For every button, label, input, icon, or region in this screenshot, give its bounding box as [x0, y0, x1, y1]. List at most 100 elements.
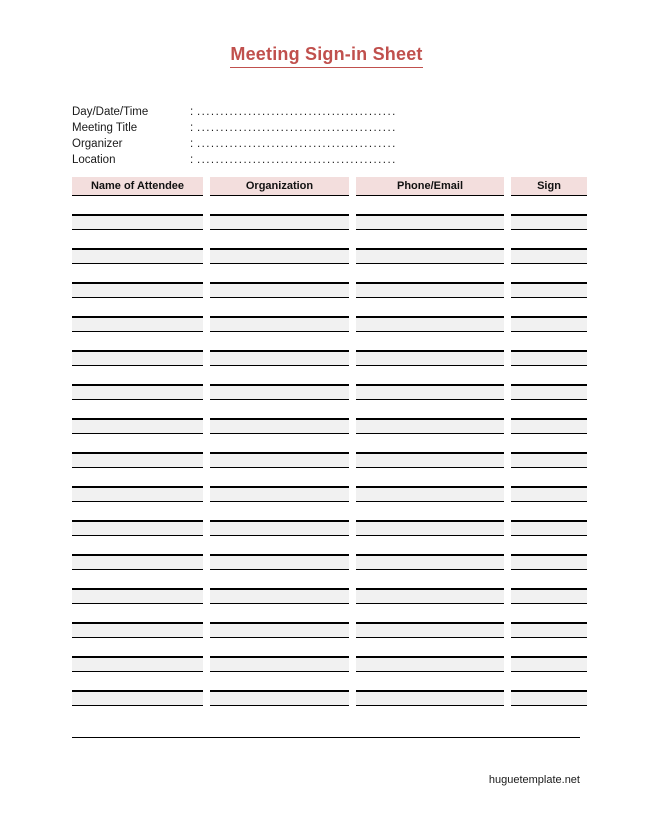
cell-sign[interactable] — [511, 351, 587, 366]
cell-phone-email[interactable] — [356, 215, 504, 230]
cell-name[interactable] — [72, 215, 203, 230]
cell-name-writeline[interactable] — [72, 572, 203, 589]
cell-name-writeline[interactable] — [72, 198, 203, 215]
cell-organization-writeline[interactable] — [210, 266, 349, 283]
cell-sign[interactable] — [511, 453, 587, 468]
cell-phone-email[interactable] — [356, 317, 504, 332]
cell-name-writeline[interactable] — [72, 368, 203, 385]
cell-name[interactable] — [72, 589, 203, 604]
cell-name[interactable] — [72, 487, 203, 502]
cell-name[interactable] — [72, 283, 203, 298]
cell-organization-writeline[interactable] — [210, 538, 349, 555]
cell-name-writeline[interactable] — [72, 300, 203, 317]
cell-name-writeline[interactable] — [72, 436, 203, 453]
cell-phone-email[interactable] — [356, 623, 504, 638]
cell-sign[interactable] — [511, 589, 587, 604]
cell-organization-writeline[interactable] — [210, 232, 349, 249]
meeting-detail-value[interactable]: :.......................................… — [190, 104, 447, 120]
cell-name-writeline[interactable] — [72, 606, 203, 623]
cell-name-writeline[interactable] — [72, 266, 203, 283]
cell-sign[interactable] — [511, 385, 587, 400]
cell-phone-email-writeline[interactable] — [356, 606, 504, 623]
cell-name[interactable] — [72, 623, 203, 638]
cell-name[interactable] — [72, 521, 203, 536]
cell-organization[interactable] — [210, 521, 349, 536]
cell-organization[interactable] — [210, 317, 349, 332]
cell-sign[interactable] — [511, 215, 587, 230]
cell-phone-email-writeline[interactable] — [356, 674, 504, 691]
cell-name-writeline[interactable] — [72, 640, 203, 657]
cell-organization-writeline[interactable] — [210, 674, 349, 691]
cell-sign-writeline[interactable] — [511, 232, 587, 249]
cell-name-writeline[interactable] — [72, 538, 203, 555]
cell-organization[interactable] — [210, 623, 349, 638]
cell-sign[interactable] — [511, 657, 587, 672]
cell-phone-email-writeline[interactable] — [356, 402, 504, 419]
cell-phone-email-writeline[interactable] — [356, 266, 504, 283]
cell-phone-email-writeline[interactable] — [356, 334, 504, 351]
cell-name[interactable] — [72, 317, 203, 332]
cell-organization-writeline[interactable] — [210, 504, 349, 521]
cell-phone-email-writeline[interactable] — [356, 504, 504, 521]
cell-organization[interactable] — [210, 283, 349, 298]
cell-phone-email[interactable] — [356, 521, 504, 536]
cell-sign-writeline[interactable] — [511, 436, 587, 453]
cell-name-writeline[interactable] — [72, 674, 203, 691]
cell-organization[interactable] — [210, 589, 349, 604]
cell-phone-email[interactable] — [356, 419, 504, 434]
cell-phone-email[interactable] — [356, 487, 504, 502]
cell-phone-email[interactable] — [356, 249, 504, 264]
cell-organization-writeline[interactable] — [210, 640, 349, 657]
cell-organization-writeline[interactable] — [210, 300, 349, 317]
cell-name-writeline[interactable] — [72, 470, 203, 487]
cell-organization-writeline[interactable] — [210, 402, 349, 419]
cell-phone-email-writeline[interactable] — [356, 232, 504, 249]
cell-name[interactable] — [72, 385, 203, 400]
cell-phone-email[interactable] — [356, 589, 504, 604]
cell-phone-email-writeline[interactable] — [356, 640, 504, 657]
cell-name[interactable] — [72, 691, 203, 706]
cell-name[interactable] — [72, 351, 203, 366]
cell-phone-email-writeline[interactable] — [356, 470, 504, 487]
meeting-detail-value[interactable]: :.......................................… — [190, 136, 447, 152]
cell-phone-email[interactable] — [356, 555, 504, 570]
cell-organization-writeline[interactable] — [210, 368, 349, 385]
cell-name-writeline[interactable] — [72, 334, 203, 351]
cell-name[interactable] — [72, 453, 203, 468]
cell-sign-writeline[interactable] — [511, 368, 587, 385]
cell-name-writeline[interactable] — [72, 232, 203, 249]
cell-sign-writeline[interactable] — [511, 572, 587, 589]
cell-sign[interactable] — [511, 623, 587, 638]
cell-phone-email-writeline[interactable] — [356, 436, 504, 453]
cell-name[interactable] — [72, 419, 203, 434]
cell-organization[interactable] — [210, 487, 349, 502]
cell-organization[interactable] — [210, 555, 349, 570]
cell-sign[interactable] — [511, 555, 587, 570]
cell-sign-writeline[interactable] — [511, 198, 587, 215]
cell-name-writeline[interactable] — [72, 504, 203, 521]
cell-phone-email[interactable] — [356, 283, 504, 298]
cell-phone-email-writeline[interactable] — [356, 198, 504, 215]
cell-sign-writeline[interactable] — [511, 538, 587, 555]
cell-organization-writeline[interactable] — [210, 198, 349, 215]
cell-sign[interactable] — [511, 283, 587, 298]
cell-organization[interactable] — [210, 657, 349, 672]
cell-phone-email-writeline[interactable] — [356, 572, 504, 589]
cell-sign[interactable] — [511, 521, 587, 536]
meeting-detail-value[interactable]: :.......................................… — [190, 120, 447, 136]
cell-phone-email-writeline[interactable] — [356, 300, 504, 317]
cell-organization[interactable] — [210, 215, 349, 230]
cell-name[interactable] — [72, 657, 203, 672]
cell-organization-writeline[interactable] — [210, 606, 349, 623]
cell-organization-writeline[interactable] — [210, 470, 349, 487]
cell-organization-writeline[interactable] — [210, 436, 349, 453]
cell-organization[interactable] — [210, 351, 349, 366]
meeting-detail-value[interactable]: :.......................................… — [190, 152, 447, 168]
cell-sign-writeline[interactable] — [511, 606, 587, 623]
cell-sign[interactable] — [511, 487, 587, 502]
cell-sign[interactable] — [511, 691, 587, 706]
cell-phone-email[interactable] — [356, 657, 504, 672]
cell-organization-writeline[interactable] — [210, 572, 349, 589]
cell-phone-email[interactable] — [356, 691, 504, 706]
cell-sign-writeline[interactable] — [511, 334, 587, 351]
